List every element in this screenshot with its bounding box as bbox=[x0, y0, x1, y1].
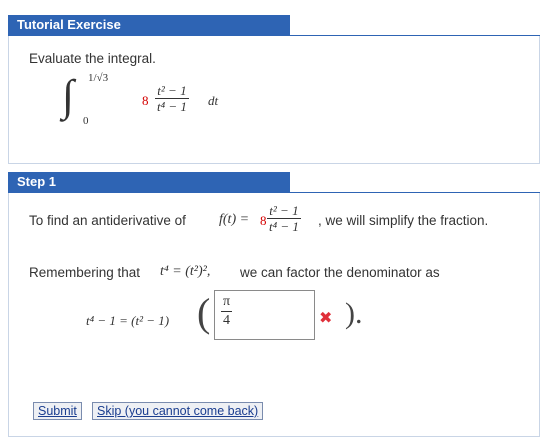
tutorial-prompt: Evaluate the integral. bbox=[29, 51, 156, 66]
integral-lower-limit: 0 bbox=[83, 115, 89, 127]
step1-header: Step 1 bbox=[8, 172, 290, 192]
integral-expression: ∫ 1/√3 0 8 t² − 1 t⁴ − 1 dt bbox=[62, 72, 232, 132]
integral-upper-limit: 1/√3 bbox=[88, 72, 109, 84]
submit-button[interactable]: Submit bbox=[33, 402, 82, 420]
function-numerator: t² − 1 bbox=[267, 204, 301, 219]
step1-intro-suffix: , we will simplify the fraction. bbox=[318, 213, 489, 228]
answer-denominator: 4 bbox=[223, 313, 231, 328]
remember-suffix: we can factor the denominator as bbox=[240, 265, 440, 280]
integral-coefficient: 8 bbox=[142, 93, 149, 108]
answer-value[interactable]: π 4 bbox=[221, 295, 233, 328]
function-coefficient: 8 bbox=[260, 213, 267, 228]
open-paren: ( bbox=[197, 290, 211, 335]
answer-input[interactable]: π 4 bbox=[214, 290, 315, 340]
function-label: f(t) = bbox=[219, 212, 250, 227]
integral-fraction: t² − 1 t⁴ − 1 bbox=[155, 84, 189, 113]
function-fraction: t² − 1 t⁴ − 1 bbox=[267, 204, 301, 233]
integral-numerator: t² − 1 bbox=[155, 84, 189, 99]
remember-prefix: Remembering that bbox=[29, 265, 141, 280]
remember-identity: t⁴ = (t²)², bbox=[160, 264, 211, 279]
integral-differential: dt bbox=[208, 93, 219, 108]
factor-lhs: t⁴ − 1 = (t² − 1) bbox=[86, 313, 170, 328]
function-denominator: t⁴ − 1 bbox=[269, 219, 299, 234]
skip-button[interactable]: Skip (you cannot come back) bbox=[92, 402, 264, 420]
incorrect-icon: ✖ bbox=[319, 310, 333, 327]
close-paren: ). bbox=[345, 297, 363, 330]
answer-numerator: π bbox=[221, 295, 233, 312]
tutorial-header: Tutorial Exercise bbox=[8, 15, 290, 35]
integral-sign: ∫ bbox=[62, 71, 75, 120]
step1-intro-prefix: To find an antiderivative of bbox=[29, 213, 186, 228]
integral-denominator: t⁴ − 1 bbox=[157, 99, 187, 114]
